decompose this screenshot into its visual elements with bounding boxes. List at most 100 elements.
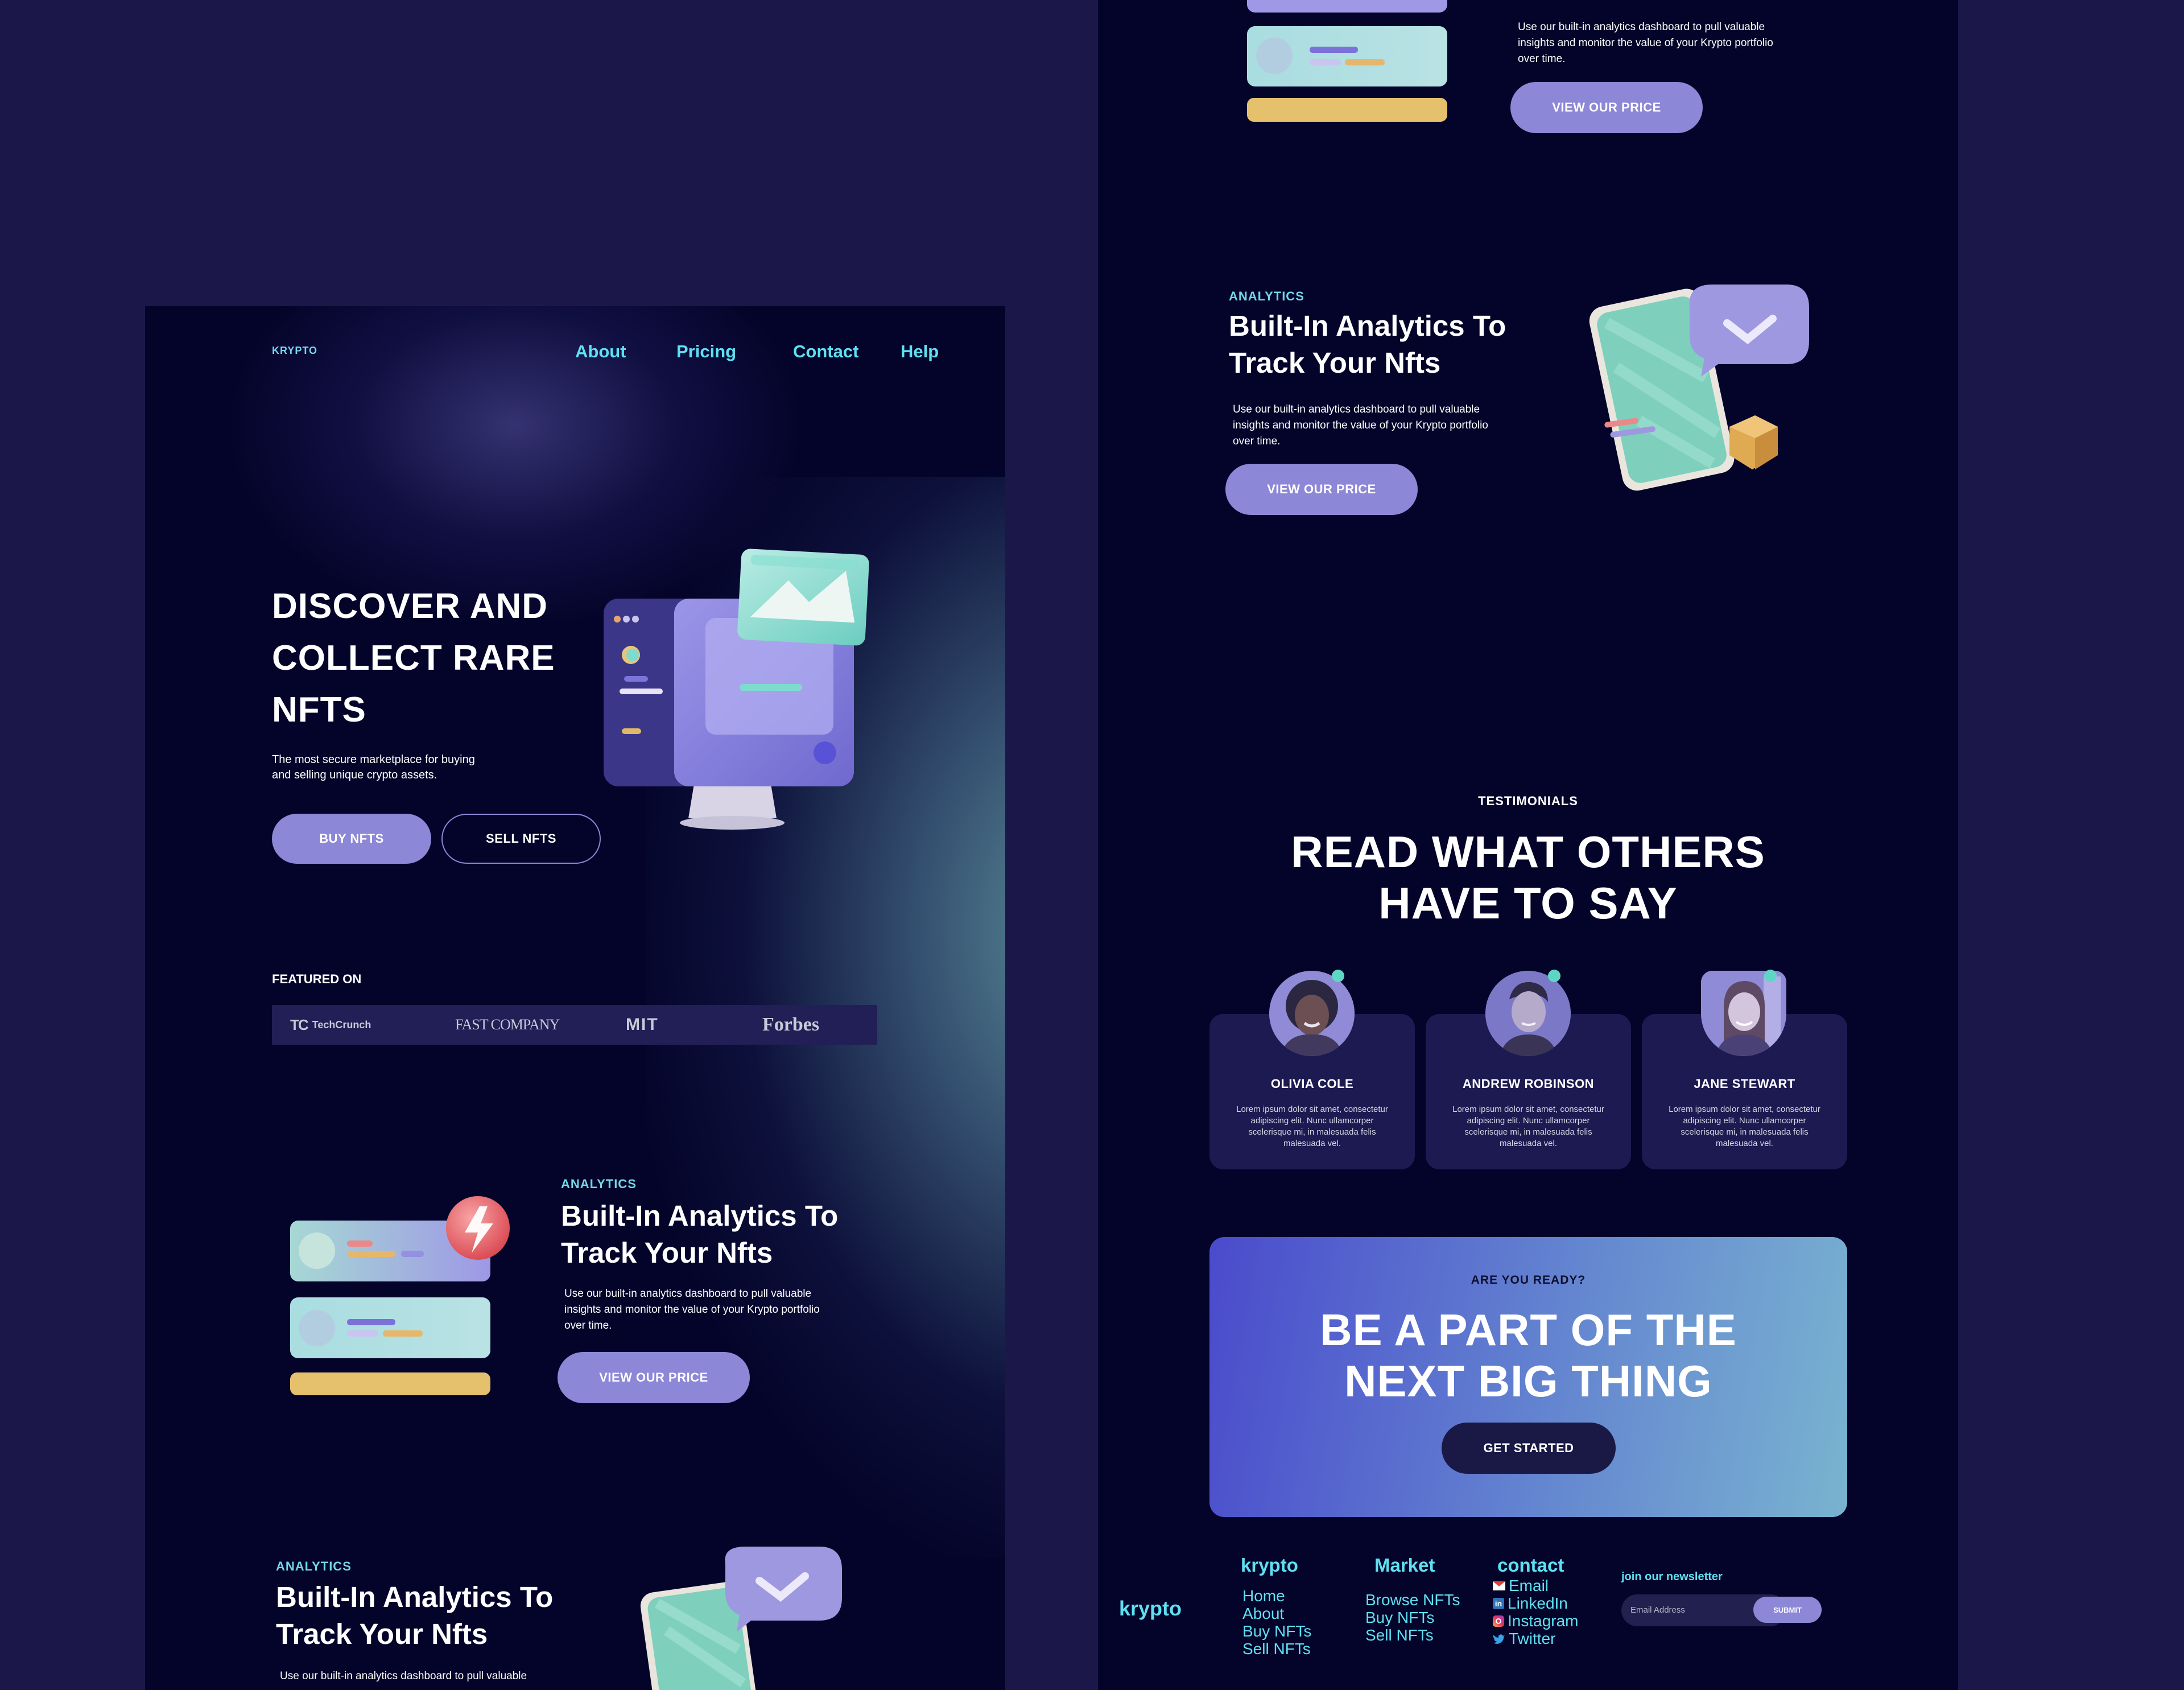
cta-banner: ARE YOU READY? BE A PART OF THE NEXT BIG… [1209,1237,1847,1517]
testimonial-text-line: adipiscing elit. Nunc ullamcorper [1683,1116,1806,1126]
analytics-body-line: over time. [564,1320,612,1332]
footer-link-linkedin[interactable]: in LinkedIn [1493,1594,1579,1612]
analytics-body: Use our built-in analytics dashboard to … [280,1668,527,1684]
featured-logos-bar: TC TechCrunch FAST COMPANY MIT Forbes [272,1005,877,1045]
avatar [1485,971,1571,1056]
status-dot [1764,970,1777,982]
analytics-body: Use our built-in analytics dashboard to … [564,1286,820,1334]
nav-contact[interactable]: Contact [793,341,858,362]
featured-on-label: FEATURED ON [272,972,362,986]
instagram-icon [1493,1615,1504,1627]
footer-link-sell-nfts[interactable]: Sell NFTs [1242,1640,1311,1658]
hero-subtitle-line: and selling unique crypto assets. [272,769,437,781]
testimonial-name: ANDREW ROBINSON [1462,1077,1595,1091]
footer-heading-market: Market [1374,1555,1435,1576]
footer-link-about[interactable]: About [1242,1605,1311,1622]
view-our-price-button[interactable]: VIEW OUR PRICE [558,1352,750,1403]
landing-page-right: Use our built-in analytics dashboard to … [1098,0,1958,1690]
fast-company-logo: FAST COMPANY [455,1016,560,1033]
footer-link-twitter[interactable]: Twitter [1493,1630,1579,1647]
brand-logo[interactable]: KRYPTO [272,345,317,357]
analytics-title-line: Built-In Analytics To [276,1581,554,1613]
brand-name: TechCrunch [312,1019,371,1031]
phone-check-illustration [1589,285,1809,491]
hero-title-line: DISCOVER AND [272,587,548,626]
testimonial-text: Lorem ipsum dolor sit amet, consectetur … [1209,1104,1415,1149]
view-our-price-button[interactable]: VIEW OUR PRICE [1225,464,1418,515]
avatar [1701,971,1786,1056]
olivia-avatar-photo [1269,971,1355,1056]
analytics-body-line: over time. [1518,53,1566,65]
analytics-body: Use our built-in analytics dashboard to … [1518,19,1773,67]
techcrunch-logo: TC TechCrunch [290,1016,371,1033]
testimonial-text-line: adipiscing elit. Nunc ullamcorper [1467,1116,1590,1126]
analytics-body-line: insights and monitor the value of your K… [1518,37,1773,49]
testimonials-eyebrow: TESTIMONIALS [1478,794,1578,808]
andrew-avatar-photo [1485,971,1571,1056]
newsletter-placeholder: Email Address [1630,1605,1685,1615]
testimonials-title-line: READ WHAT OTHERS [1291,827,1765,877]
avatar [1269,971,1355,1056]
analytics-body-line: insights and monitor the value of your K… [564,1304,820,1316]
newsletter-label: join our newsletter [1621,1571,1723,1583]
footer-heading-krypto: krypto [1241,1555,1298,1576]
cta-eyebrow: ARE YOU READY? [1471,1273,1586,1287]
analytics-eyebrow: ANALYTICS [1229,289,1304,303]
testimonials-title: READ WHAT OTHERS HAVE TO SAY [1098,826,1958,929]
analytics-body-line: Use our built-in analytics dashboard to … [564,1288,812,1300]
footer-link-email[interactable]: Email [1493,1577,1579,1594]
nav-about[interactable]: About [575,341,626,362]
analytics-title-line: Built-In Analytics To [561,1200,839,1232]
buy-nfts-button[interactable]: BUY NFTS [272,814,431,864]
landing-page-left: KRYPTO About Pricing Contact Help DISCOV… [145,306,1005,1690]
footer-link-browse-nfts[interactable]: Browse NFTs [1365,1591,1460,1609]
analytics-body-line: Use our built-in analytics dashboard to … [1518,21,1765,33]
footer-link-instagram[interactable]: Instagram [1493,1612,1579,1630]
get-started-button[interactable]: GET STARTED [1442,1423,1616,1474]
analytics-title-line: Track Your Nfts [561,1236,773,1269]
testimonial-text-line: scelerisque mi, in malesuada felis [1681,1127,1809,1137]
analytics-cards-illustration [1247,0,1447,122]
footer-heading-contact: contact [1497,1555,1564,1576]
nav-help[interactable]: Help [901,341,939,362]
footer-link-label: Instagram [1508,1612,1579,1630]
hero-subtitle: The most secure marketplace for buying a… [272,752,475,783]
analytics-body-line: Use our built-in analytics dashboard to … [1233,403,1480,415]
footer-link-buy-nfts[interactable]: Buy NFTs [1365,1609,1460,1626]
footer-logo[interactable]: krypto [1119,1597,1182,1621]
testimonial-text: Lorem ipsum dolor sit amet, consectetur … [1642,1104,1847,1149]
linkedin-icon: in [1493,1597,1504,1609]
cta-title: BE A PART OF THE NEXT BIG THING [1209,1304,1847,1407]
footer-link-label: Twitter [1509,1630,1556,1647]
testimonial-name: JANE STEWART [1694,1077,1795,1091]
status-dot [1548,970,1560,982]
footer-link-buy-nfts[interactable]: Buy NFTs [1242,1622,1311,1640]
hero-title-line: COLLECT RARE [272,638,555,678]
hero-title-line: NFTS [272,690,366,729]
testimonials-title-line: HAVE TO SAY [1378,878,1678,928]
testimonial-text-line: adipiscing elit. Nunc ullamcorper [1250,1116,1374,1126]
forbes-logo: Forbes [762,1014,820,1035]
analytics-title: Built-In Analytics To Track Your Nfts [276,1578,553,1652]
cta-title-line: BE A PART OF THE [1320,1305,1737,1355]
testimonial-text-line: Lorem ipsum dolor sit amet, consectetur [1669,1104,1820,1114]
email-icon [1493,1581,1505,1590]
newsletter-submit-button[interactable]: SUBMIT [1753,1597,1822,1623]
analytics-body-line: over time. [1233,435,1281,447]
testimonial-text: Lorem ipsum dolor sit amet, consectetur … [1426,1104,1631,1149]
analytics-cards-illustration [290,1196,510,1395]
nav-pricing[interactable]: Pricing [676,341,736,362]
footer-link-sell-nfts[interactable]: Sell NFTs [1365,1626,1460,1644]
view-our-price-button[interactable]: VIEW OUR PRICE [1510,82,1703,133]
testimonial-text-line: malesuada vel. [1283,1139,1341,1148]
phone-check-illustration [640,1547,842,1690]
testimonial-text-line: Lorem ipsum dolor sit amet, consectetur [1452,1104,1604,1114]
testimonial-text-line: scelerisque mi, in malesuada felis [1248,1127,1376,1137]
mit-logo: MIT [626,1015,659,1034]
sell-nfts-button[interactable]: SELL NFTS [441,814,601,864]
footer-link-home[interactable]: Home [1242,1587,1311,1605]
testimonial-text-line: scelerisque mi, in malesuada felis [1464,1127,1592,1137]
twitter-icon [1493,1634,1505,1644]
testimonial-text-line: malesuada vel. [1500,1139,1557,1148]
footer-links-market: Browse NFTs Buy NFTs Sell NFTs [1365,1591,1460,1644]
